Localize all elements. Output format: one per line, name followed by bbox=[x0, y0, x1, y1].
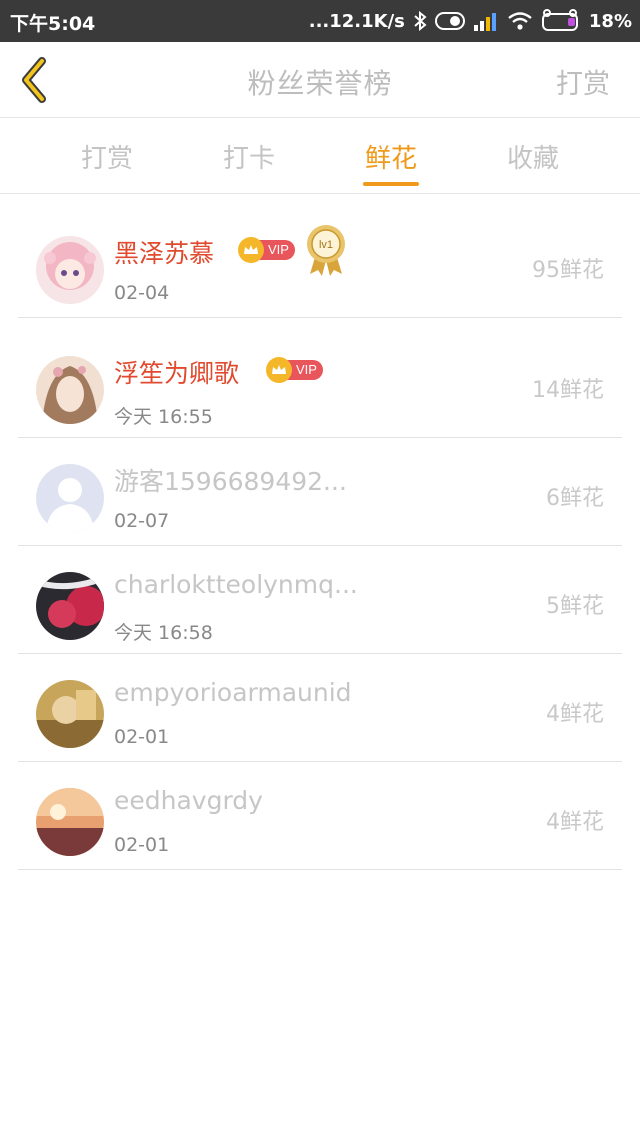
flower-count: 5鲜花 bbox=[546, 594, 604, 619]
fan-date: 今天 16:55 bbox=[114, 406, 213, 428]
bluetooth-icon bbox=[413, 11, 427, 31]
fan-row[interactable]: charloktteolynmq... 今天 16:58 5鲜花 bbox=[18, 546, 622, 654]
flower-count: 95鲜花 bbox=[532, 258, 604, 283]
fan-name: empyorioarmaunid bbox=[114, 678, 352, 707]
toggle-icon bbox=[434, 12, 465, 30]
fan-date: 02-04 bbox=[114, 282, 170, 304]
fan-name: eedhavgrdy bbox=[114, 786, 263, 815]
status-time: 下午5:04 bbox=[10, 13, 96, 35]
avatar bbox=[36, 236, 104, 304]
network-speed: ...12.1K/s bbox=[308, 10, 405, 32]
tab-reward[interactable]: 打赏 bbox=[47, 138, 167, 175]
signal-icon bbox=[473, 11, 499, 31]
fan-name: charloktteolynmq... bbox=[114, 570, 358, 599]
tab-favorites[interactable]: 收藏 bbox=[473, 138, 593, 175]
tab-flowers[interactable]: 鲜花 bbox=[331, 138, 451, 175]
level-text: lv1 bbox=[319, 239, 333, 251]
fan-name: 浮笙为卿歌 bbox=[114, 359, 240, 388]
avatar bbox=[36, 464, 104, 532]
flower-count: 6鲜花 bbox=[546, 486, 604, 511]
fan-name: 游客1596689492... bbox=[114, 467, 347, 496]
fan-date: 02-07 bbox=[114, 510, 170, 532]
crown-icon bbox=[266, 357, 292, 383]
fan-row[interactable]: 游客1596689492... 02-07 6鲜花 bbox=[18, 438, 622, 546]
crown-icon bbox=[238, 237, 264, 263]
reward-button[interactable]: 打赏 bbox=[556, 62, 610, 101]
flower-count: 14鲜花 bbox=[532, 378, 604, 403]
avatar bbox=[36, 356, 104, 424]
tab-bar: 打赏 打卡 鲜花 收藏 bbox=[0, 118, 640, 194]
fan-date: 今天 16:58 bbox=[114, 622, 213, 644]
avatar bbox=[36, 788, 104, 856]
flower-count: 4鲜花 bbox=[546, 702, 604, 727]
fan-row[interactable]: empyorioarmaunid 02-01 4鲜花 bbox=[18, 654, 622, 762]
battery-icon bbox=[541, 9, 581, 33]
fan-row[interactable]: eedhavgrdy 02-01 4鲜花 bbox=[18, 762, 622, 870]
fan-row[interactable]: 黑泽苏慕 VIP lv1 02-04 95鲜花 bbox=[18, 210, 622, 318]
page-title: 粉丝荣誉榜 bbox=[247, 67, 393, 100]
level-medal-icon: lv1 bbox=[306, 224, 346, 278]
tab-checkin[interactable]: 打卡 bbox=[189, 138, 309, 175]
title-bar: 粉丝荣誉榜 打赏 bbox=[0, 42, 640, 118]
fan-row[interactable]: 浮笙为卿歌 VIP 今天 16:55 14鲜花 bbox=[18, 330, 622, 438]
vip-badge: VIP bbox=[266, 357, 323, 383]
vip-badge: VIP bbox=[238, 237, 295, 263]
fan-date: 02-01 bbox=[114, 726, 170, 748]
fan-name: 黑泽苏慕 bbox=[114, 239, 215, 268]
wifi-icon bbox=[507, 11, 533, 31]
avatar bbox=[36, 680, 104, 748]
flower-count: 4鲜花 bbox=[546, 810, 604, 835]
tab-indicator bbox=[363, 182, 419, 186]
status-icons: ...12.1K/s 18% bbox=[309, 8, 632, 34]
status-bar: 下午5:04 ...12.1K/s 18% bbox=[0, 0, 640, 42]
avatar bbox=[36, 572, 104, 640]
fan-date: 02-01 bbox=[114, 834, 170, 856]
battery-percent: 18% bbox=[588, 10, 632, 32]
